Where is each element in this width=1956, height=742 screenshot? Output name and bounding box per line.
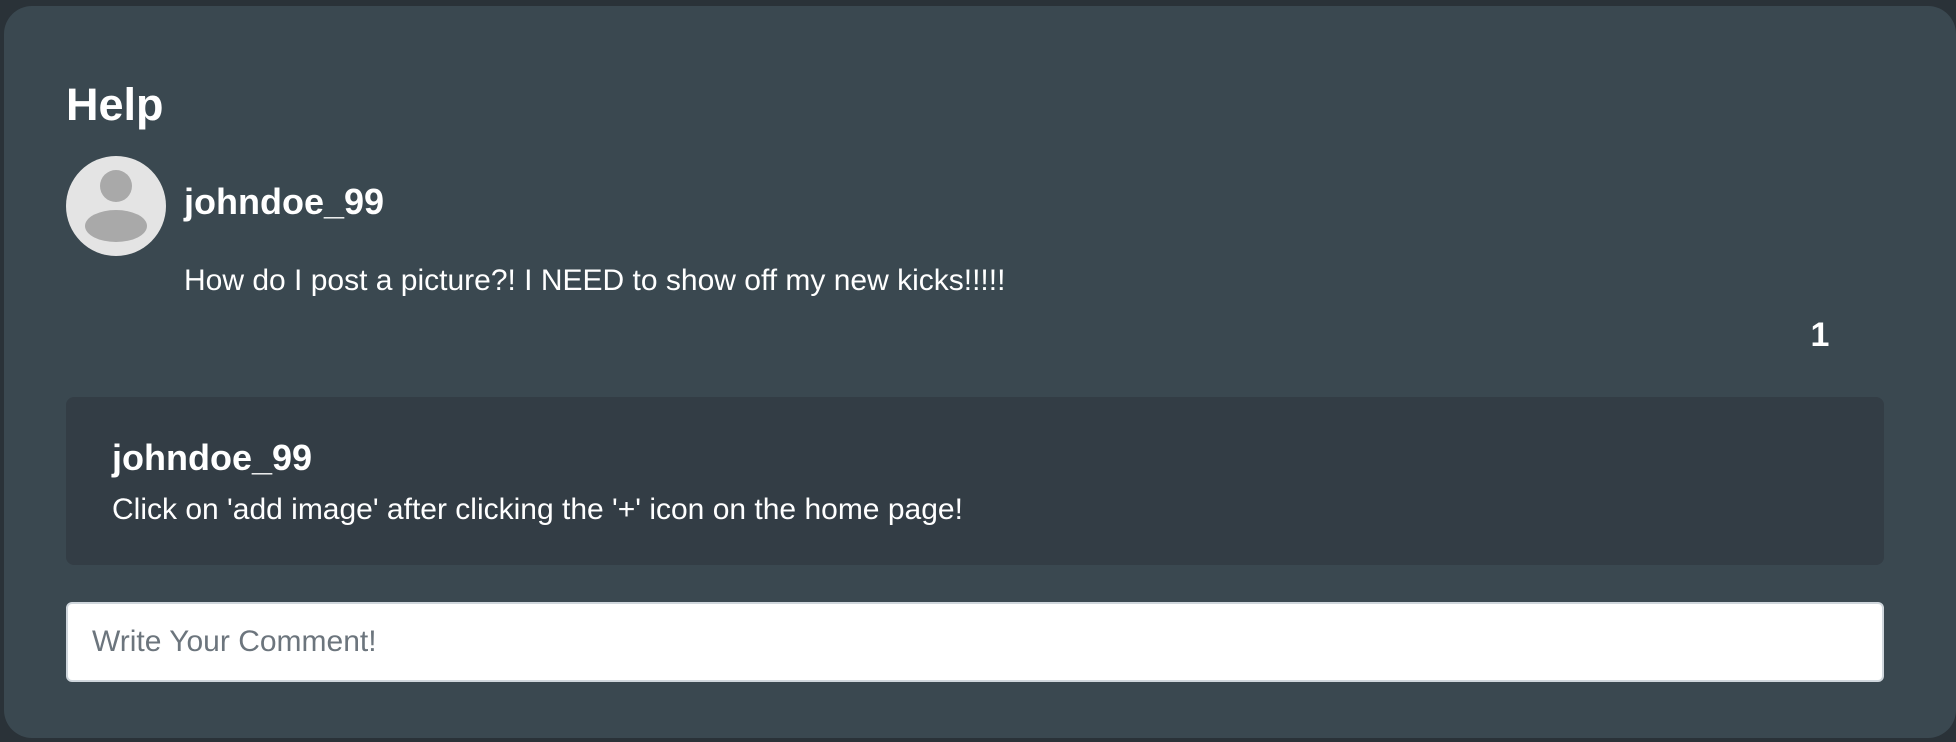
comment-item: johndoe_99 Click on 'add image' after cl…: [66, 397, 1884, 565]
post-author[interactable]: johndoe_99: [184, 180, 384, 223]
user-silhouette-icon: [85, 170, 147, 242]
comment-text: Click on 'add image' after clicking the …: [112, 493, 963, 526]
page-title: Help: [66, 79, 164, 130]
avatar: [66, 156, 166, 256]
comment-input[interactable]: [66, 602, 1884, 682]
help-post-card: Help johndoe_99 How do I post a picture?…: [4, 6, 1956, 738]
post-body: How do I post a picture?! I NEED to show…: [184, 264, 1006, 297]
comment-author[interactable]: johndoe_99: [112, 436, 312, 479]
comment-count: 1: [1810, 316, 1830, 354]
